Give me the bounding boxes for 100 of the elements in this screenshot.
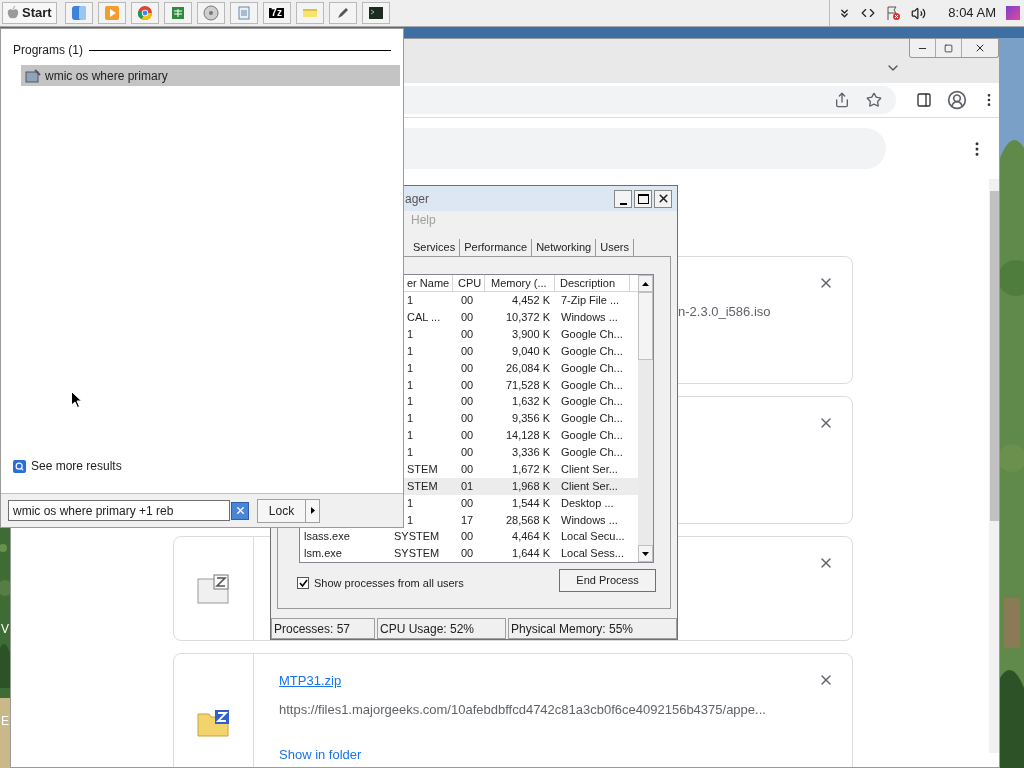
maximize-button[interactable] xyxy=(634,189,652,208)
scroll-thumb[interactable] xyxy=(990,191,999,521)
table-cell-text: Google Ch... xyxy=(560,411,624,427)
profile-icon[interactable] xyxy=(947,90,967,110)
table-cell-text: 00 xyxy=(460,394,475,410)
triangle-right-icon xyxy=(310,507,315,514)
table-cell-text: 1,672 K xyxy=(511,461,551,477)
status-field: CPU Usage: 52% xyxy=(377,618,506,639)
process-row[interactable]: lsm.exe SYSTEM 00 1,644 K Local Sess... xyxy=(300,545,638,562)
table-cell-text: 00 xyxy=(460,445,475,461)
clock[interactable]: 8:04 AM xyxy=(948,3,996,23)
table-cell-text: 9,040 K xyxy=(511,343,551,359)
show-in-folder-link[interactable]: Show in folder xyxy=(279,745,362,765)
desktop-label: E xyxy=(0,713,9,730)
archive-button[interactable]: 7z xyxy=(262,2,291,24)
table-cell-text: 4,452 K xyxy=(511,293,551,309)
close-icon xyxy=(656,192,670,205)
zip-file-icon xyxy=(196,573,231,604)
table-cell-text: 1,968 K xyxy=(511,478,551,494)
scrollbar[interactable] xyxy=(989,179,999,753)
lock-button[interactable]: Lock xyxy=(257,498,306,523)
file-link[interactable]: MTP31.zip xyxy=(279,671,342,691)
minimize-button[interactable] xyxy=(614,189,632,208)
table-cell-text: 7-Zip File ... xyxy=(560,293,621,309)
scrollbar[interactable] xyxy=(638,275,653,562)
status-field: Processes: 57 xyxy=(271,618,375,639)
share-icon[interactable] xyxy=(834,92,850,108)
table-cell-text: 1,544 K xyxy=(511,495,551,511)
browser-logo-icon[interactable] xyxy=(130,2,159,24)
table-cell-text: 00 xyxy=(460,428,475,444)
table-cell-text: 14,128 K xyxy=(504,428,551,444)
table-cell-text: 00 xyxy=(460,461,475,477)
table-cell-text: 4,464 K xyxy=(511,529,551,545)
flag-error-icon[interactable] xyxy=(885,5,902,21)
table-cell-text: 1 xyxy=(406,377,415,393)
desktop-label: V xyxy=(0,621,9,638)
column-header[interactable]: Memory (... xyxy=(485,275,555,292)
close-icon xyxy=(234,505,246,516)
table-cell-text: SYSTEM xyxy=(393,546,441,562)
scroll-thumb[interactable] xyxy=(638,292,653,360)
table-cell-text: 10,372 K xyxy=(504,310,551,326)
table-cell-text: 1 xyxy=(406,495,415,511)
table-cell-text: 01 xyxy=(460,478,475,494)
table-cell-text: 00 xyxy=(460,529,475,545)
spreadsheet-icon[interactable] xyxy=(163,2,192,24)
column-header[interactable]: CPU xyxy=(453,275,485,292)
star-icon[interactable] xyxy=(866,92,882,108)
table-cell-text: 00 xyxy=(460,495,475,511)
table-cell-text: Local Secu... xyxy=(560,529,626,545)
table-cell-text: 3,336 K xyxy=(511,445,551,461)
table-cell-text: Google Ch... xyxy=(560,428,624,444)
close-button[interactable] xyxy=(654,189,672,208)
table-cell-text: 1,644 K xyxy=(511,546,551,562)
table-cell-text: Client Ser... xyxy=(560,478,619,494)
see-more-link[interactable]: See more results xyxy=(31,457,122,475)
status-field: Physical Memory: 55% xyxy=(508,618,677,639)
restore-icon xyxy=(944,43,953,53)
column-header[interactable]: Description xyxy=(555,275,630,292)
table-cell-text: 71,528 K xyxy=(504,377,551,393)
table-cell-text: 17 xyxy=(460,512,475,528)
table-cell-text: lsm.exe xyxy=(303,546,343,562)
power-options-button[interactable] xyxy=(306,498,320,523)
table-cell-text: 00 xyxy=(460,310,475,326)
table-cell-text: 00 xyxy=(460,411,475,427)
apple-icon xyxy=(7,6,19,20)
file-url: https://files1.majorgeeks.com/10afebdbffcd4742c81a3cb0f6ce4092156b4375/appe... xyxy=(279,700,766,719)
table-cell-text: 28,568 K xyxy=(504,512,551,528)
end-process-button[interactable]: End Process xyxy=(559,569,656,592)
close-icon xyxy=(974,42,986,54)
table-cell-text: Google Ch... xyxy=(560,394,624,410)
terminal-icon[interactable] xyxy=(361,2,390,24)
table-cell-text: 1 xyxy=(406,343,415,359)
start-button[interactable]: Start xyxy=(2,2,57,24)
table-cell-text: Google Ch... xyxy=(560,343,624,359)
table-cell-text: 1 xyxy=(406,512,415,528)
table-cell-text: 26,084 K xyxy=(504,360,551,376)
search-field[interactable]: wmic os where primary +1 reb xyxy=(8,500,230,521)
table-cell-text: Google Ch... xyxy=(560,445,624,461)
table-cell-text: 1 xyxy=(406,394,415,410)
table-cell-text: 1 xyxy=(406,360,415,376)
table-cell-text: Local Sess... xyxy=(560,546,625,562)
clear-search-button[interactable] xyxy=(231,501,249,520)
table-cell-text: 00 xyxy=(460,377,475,393)
table-cell-text: 1 xyxy=(406,326,415,342)
table-cell-text: Windows ... xyxy=(560,310,619,326)
table-cell-text: Google Ch... xyxy=(560,360,624,376)
code-icon[interactable] xyxy=(861,6,876,20)
pen-icon[interactable] xyxy=(328,2,357,24)
table-cell-text: Google Ch... xyxy=(560,326,624,342)
show-all-checkbox[interactable]: Show processes from all users xyxy=(297,575,464,592)
scroll-down-icon[interactable] xyxy=(642,551,649,556)
mouse-cursor-icon xyxy=(71,391,82,408)
speaker-icon[interactable] xyxy=(911,5,927,21)
table-cell-text: Desktop ... xyxy=(560,495,615,511)
table-cell-text: 00 xyxy=(460,293,475,309)
search-result[interactable]: wmic os where primary xyxy=(21,65,400,86)
side-panel-icon[interactable] xyxy=(916,92,932,108)
scroll-up-icon[interactable] xyxy=(642,281,649,286)
table-cell-text: 1 xyxy=(406,293,415,309)
process-row[interactable]: lsass.exe SYSTEM 00 4,464 K Local Secu... xyxy=(300,528,638,546)
